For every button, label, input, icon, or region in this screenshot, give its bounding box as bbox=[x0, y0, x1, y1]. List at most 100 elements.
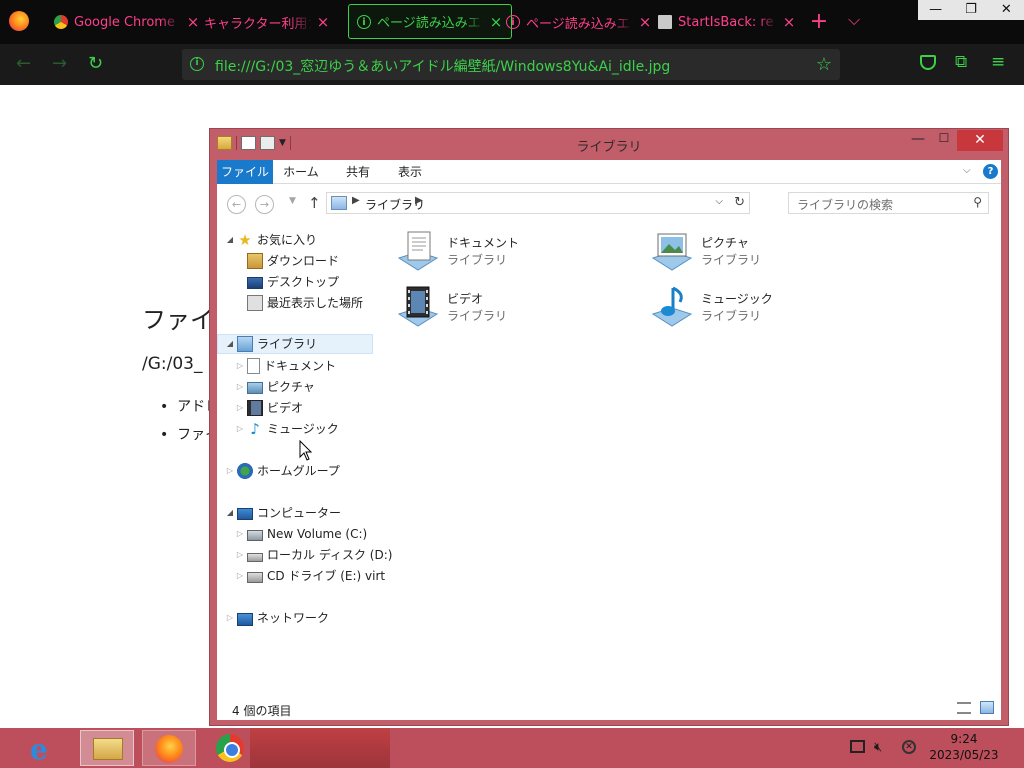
tab-google-chrome[interactable]: Google Chrome × bbox=[46, 0, 208, 44]
tab-startisback[interactable]: StartIsBack: re × bbox=[650, 0, 804, 44]
firefox-icon bbox=[155, 735, 183, 763]
clock-date[interactable]: 2023/05/23 bbox=[926, 748, 1002, 762]
address-row: ← → ▼ ↑ ▶ ライブラリ ▶ ⌵ ↻ ライブラリの検索 ⚲ bbox=[217, 184, 1001, 220]
up-arrow-icon[interactable]: ↑ bbox=[308, 194, 321, 212]
nav-documents[interactable]: ▷ ドキュメント bbox=[235, 356, 336, 376]
search-icon[interactable]: ⚲ bbox=[973, 195, 982, 209]
nav-homegroup[interactable]: ▷ ホームグループ bbox=[225, 461, 340, 481]
nav-recent-places[interactable]: 最近表示した場所 bbox=[235, 293, 363, 313]
breadcrumb-chevron-icon[interactable]: ▶ bbox=[352, 195, 360, 206]
library-type: ライブラリ bbox=[701, 253, 762, 267]
star-icon: ★ bbox=[238, 231, 252, 249]
details-view-icon[interactable] bbox=[957, 702, 971, 714]
back-arrow-icon[interactable]: ← bbox=[16, 54, 31, 74]
library-tile-pictures[interactable]: ピクチャ ライブラリ bbox=[649, 228, 869, 276]
new-tab-button[interactable]: + bbox=[808, 9, 830, 34]
nav-libraries[interactable]: ◢ ライブラリ bbox=[217, 334, 373, 354]
url-bar[interactable]: i file:///G:/03_窓辺ゆう＆あいアイドル編壁紙/Windows8Y… bbox=[182, 49, 840, 80]
library-tile-documents[interactable]: ドキュメント ライブラリ bbox=[395, 228, 615, 276]
nav-pictures[interactable]: ▷ ピクチャ bbox=[235, 377, 315, 397]
nav-drive-c[interactable]: ▷ New Volume (C:) bbox=[235, 524, 367, 544]
hamburger-menu-icon[interactable]: ≡ bbox=[991, 52, 1005, 72]
explorer-maximize-button[interactable]: ☐ bbox=[931, 131, 957, 151]
library-type: ライブラリ bbox=[447, 309, 508, 323]
taskbar-internet-explorer[interactable]: e bbox=[18, 730, 72, 766]
documents-icon bbox=[247, 358, 260, 374]
tab-view[interactable]: 表示 bbox=[387, 160, 433, 184]
explorer-minimize-button[interactable]: — bbox=[905, 131, 931, 151]
taskbar-firefox[interactable] bbox=[142, 730, 196, 766]
expand-triangle-icon[interactable]: ▷ bbox=[235, 419, 245, 439]
expand-triangle-icon[interactable]: ▷ bbox=[225, 461, 235, 481]
tab-share[interactable]: 共有 bbox=[335, 160, 381, 184]
nav-network[interactable]: ▷ ネットワーク bbox=[225, 608, 329, 628]
search-input[interactable]: ライブラリの検索 ⚲ bbox=[788, 192, 989, 214]
explorer-close-button[interactable]: ✕ bbox=[957, 130, 1003, 151]
close-button[interactable]: ✕ bbox=[989, 0, 1024, 20]
expand-triangle-icon[interactable]: ▷ bbox=[235, 377, 245, 397]
extensions-icon[interactable]: ⧉ bbox=[955, 52, 967, 72]
tab-character-guideline[interactable]: キャラクター利用ガイドライン × bbox=[196, 0, 338, 44]
network-icon bbox=[237, 612, 253, 626]
tab-file[interactable]: ファイル bbox=[217, 160, 273, 184]
recent-locations-chevron-icon[interactable]: ▼ bbox=[289, 196, 296, 206]
url-text[interactable]: file:///G:/03_窓辺ゆう＆あいアイドル編壁紙/Windows8Yu&… bbox=[215, 56, 670, 76]
library-tile-videos[interactable]: ビデオ ライブラリ bbox=[395, 284, 615, 332]
collapse-triangle-icon[interactable]: ◢ bbox=[225, 230, 235, 250]
tab-close-icon[interactable]: × bbox=[782, 13, 796, 31]
nav-computer[interactable]: ◢ コンピューター bbox=[225, 503, 341, 523]
pictures-library-icon bbox=[651, 233, 693, 271]
downloads-folder-icon bbox=[247, 253, 263, 269]
forward-arrow-icon[interactable]: → bbox=[52, 54, 67, 74]
nav-favorites[interactable]: ◢ ★ お気に入り bbox=[225, 230, 317, 250]
reload-icon[interactable]: ↻ bbox=[88, 54, 103, 74]
network-status-icon[interactable] bbox=[850, 740, 865, 753]
taskbar-file-explorer[interactable] bbox=[80, 730, 134, 766]
tab-title: ページ読み込みエラー bbox=[526, 16, 634, 32]
minimize-button[interactable]: — bbox=[918, 0, 953, 20]
address-bar[interactable]: ▶ ライブラリ ▶ ⌵ ↻ bbox=[326, 192, 750, 214]
list-all-tabs-button[interactable]: ⌵ bbox=[848, 10, 860, 30]
expand-triangle-icon[interactable]: ▷ bbox=[235, 566, 245, 586]
library-tile-music[interactable]: ミュージック ライブラリ bbox=[649, 284, 869, 332]
tab-page-load-error[interactable]: i ページ読み込みエラー × bbox=[498, 0, 660, 44]
address-history-chevron-icon[interactable]: ⌵ bbox=[715, 196, 723, 207]
tab-close-icon[interactable]: × bbox=[316, 13, 330, 31]
clock-time[interactable]: 9:24 bbox=[930, 732, 998, 746]
breadcrumb-chevron-icon[interactable]: ▶ bbox=[415, 195, 423, 206]
taskbar-chrome[interactable] bbox=[204, 730, 258, 766]
nav-music[interactable]: ▷ ♪ ミュージック bbox=[235, 419, 339, 439]
explorer-title-bar[interactable]: ▼ ライブラリ — ☐ ✕ bbox=[210, 129, 1008, 160]
videos-icon bbox=[247, 400, 263, 416]
site-info-icon[interactable]: i bbox=[190, 57, 204, 71]
nav-drive-d[interactable]: ▷ ローカル ディスク (D:) bbox=[235, 545, 393, 565]
nav-drive-e[interactable]: ▷ CD ドライブ (E:) virt bbox=[235, 566, 385, 586]
library-type: ライブラリ bbox=[701, 309, 762, 323]
collapse-triangle-icon[interactable]: ◢ bbox=[225, 334, 235, 354]
restore-button[interactable]: ❐ bbox=[953, 0, 988, 20]
firefox-logo-icon[interactable] bbox=[9, 11, 29, 31]
bookmark-star-icon[interactable]: ☆ bbox=[816, 54, 832, 75]
help-icon[interactable]: ? bbox=[983, 164, 998, 179]
back-arrow-icon[interactable]: ← bbox=[227, 195, 246, 214]
tab-page-load-error-active[interactable]: i ページ読み込みエラー × bbox=[348, 4, 512, 39]
expand-triangle-icon[interactable]: ▷ bbox=[235, 524, 245, 544]
expand-ribbon-chevron-icon[interactable]: ⌵ bbox=[963, 165, 971, 176]
forward-arrow-icon[interactable]: → bbox=[255, 195, 274, 214]
nav-desktop[interactable]: デスクトップ bbox=[235, 272, 339, 292]
nav-label: ダウンロード bbox=[267, 254, 340, 268]
volume-muted-icon[interactable]: 🔇︎ bbox=[874, 740, 882, 755]
expand-triangle-icon[interactable]: ▷ bbox=[235, 356, 245, 376]
nav-downloads[interactable]: ダウンロード bbox=[235, 251, 339, 271]
expand-triangle-icon[interactable]: ▷ bbox=[235, 398, 245, 418]
windows-drive-icon bbox=[247, 530, 263, 541]
cd-drive-icon bbox=[247, 572, 263, 583]
action-center-icon[interactable]: ✕ bbox=[902, 740, 916, 754]
nav-videos[interactable]: ▷ ビデオ bbox=[235, 398, 303, 418]
tab-home[interactable]: ホーム bbox=[275, 160, 327, 184]
refresh-icon[interactable]: ↻ bbox=[734, 195, 745, 210]
expand-triangle-icon[interactable]: ▷ bbox=[225, 608, 235, 628]
expand-triangle-icon[interactable]: ▷ bbox=[235, 545, 245, 565]
large-icons-view-icon[interactable] bbox=[980, 701, 994, 714]
collapse-triangle-icon[interactable]: ◢ bbox=[225, 503, 235, 523]
